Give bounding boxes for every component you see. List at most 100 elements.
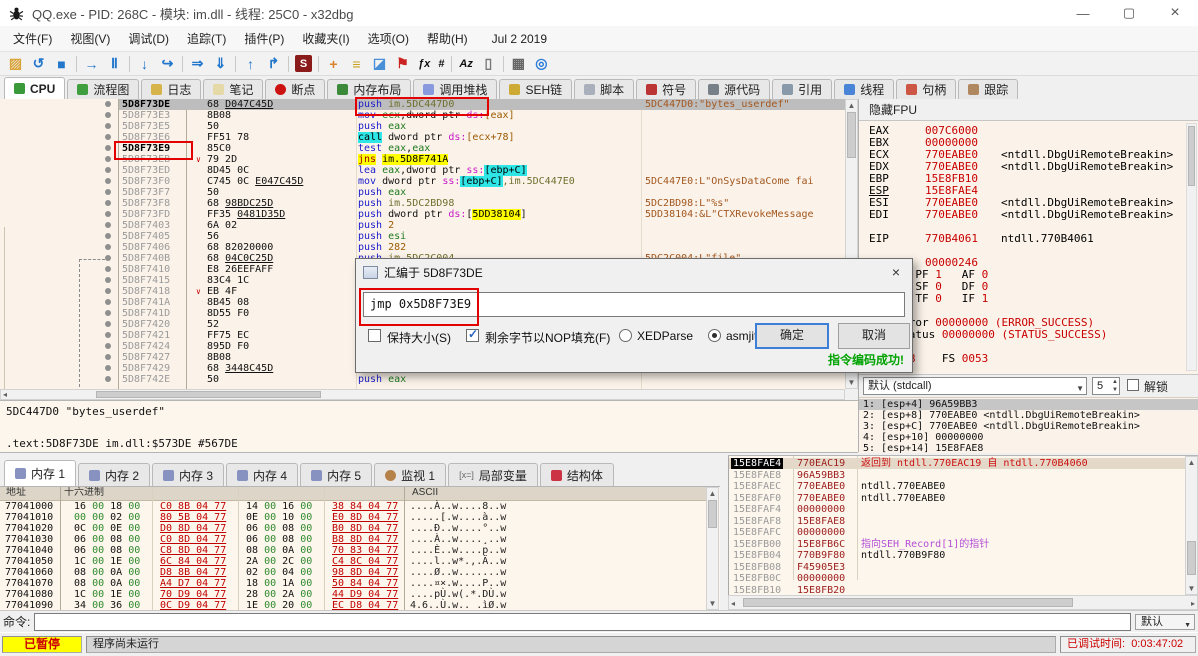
tab-call-stack[interactable]: 调用堆栈 — [413, 79, 498, 99]
stack-row[interactable]: 15E8FAFC 00000000 — [729, 527, 1198, 539]
breakpoint-dot[interactable] — [105, 299, 111, 305]
menu-item[interactable]: 追踪(T) — [178, 30, 235, 47]
argument-row[interactable]: 4: [esp+10] 00000000 — [859, 432, 1198, 443]
hide-fpu-button[interactable]: 隐藏FPU — [859, 99, 1198, 121]
run-icon[interactable]: → — [80, 54, 103, 74]
device-icon[interactable]: ▯ — [477, 54, 500, 74]
comment-icon[interactable]: ≡ — [345, 54, 368, 74]
register-line[interactable]: EDX 770EABE0 <ntdll.DbgUiRemoteBreakin> — [869, 161, 1191, 173]
breakpoint-dot[interactable] — [105, 189, 111, 195]
disasm-row[interactable]: 5D8F73ED 8D45 0C lea eax,dword ptr ss:[ebp… — [0, 165, 845, 176]
open-file-icon[interactable]: ▨ — [4, 54, 27, 74]
breakpoint-dot[interactable] — [105, 365, 111, 371]
disasm-row[interactable]: 5D8F7405 56 push esi — [0, 231, 845, 242]
pause-icon[interactable]: Ⅱ — [103, 54, 126, 74]
patch-icon[interactable]: + — [322, 54, 345, 74]
disasm-row[interactable]: 5D8F73E5 50 push eax — [0, 121, 845, 132]
tab-memory-1[interactable]: 内存 1 — [4, 460, 77, 486]
command-profile-select[interactable]: 默认 ▼ — [1135, 613, 1195, 630]
run-to-cursor-icon[interactable]: ⇒ — [186, 54, 209, 74]
scroll-right-icon[interactable]: ▸ — [1191, 599, 1195, 608]
tab-memory-map[interactable]: 内存布局 — [327, 79, 412, 99]
breakpoint-dot[interactable] — [105, 288, 111, 294]
command-input[interactable] — [34, 612, 1131, 631]
breakpoint-dot[interactable] — [105, 222, 111, 228]
stack-row[interactable]: 15E8FAF8 15E8FAE8 — [729, 516, 1198, 528]
disasm-row[interactable]: 5D8F7406 68 82020000 push 282 — [0, 242, 845, 253]
scroll-left-icon[interactable]: ◂ — [731, 599, 735, 608]
register-line[interactable]: EIP 770B4061 ntdll.770B4061 — [869, 233, 1191, 245]
case-icon[interactable]: Az — [455, 54, 476, 74]
nop-fill-checkbox[interactable] — [466, 327, 479, 342]
scroll-thumb[interactable] — [1188, 126, 1195, 186]
register-line[interactable]: ZF 1 PF 1 AF 0 — [869, 269, 1191, 281]
scroll-left-icon[interactable]: ◂ — [3, 390, 7, 400]
tab-trace[interactable]: 跟踪 — [958, 79, 1019, 99]
breakpoint-dot[interactable] — [105, 310, 111, 316]
register-line[interactable] — [869, 341, 1191, 353]
menu-item[interactable]: 视图(V) — [61, 30, 119, 47]
tab-symbols[interactable]: 符号 — [636, 79, 697, 99]
scroll-thumb[interactable] — [708, 500, 717, 528]
register-line[interactable]: ESP 15E8FAE4 — [869, 185, 1191, 197]
register-line[interactable]: OF 0 SF 0 DF 0 — [869, 281, 1191, 293]
ok-button[interactable]: 确定 — [755, 323, 829, 349]
register-line[interactable]: EDI 770EABE0 <ntdll.DbgUiRemoteBreakin> — [869, 209, 1191, 221]
breakpoint-dot[interactable] — [105, 112, 111, 118]
memory-dump-pane[interactable]: 地址 十六进制 ASCII ▲ ▼ 77041000 16 00 18 00 C0 … — [0, 486, 720, 610]
menu-item[interactable]: 选项(O) — [359, 30, 418, 47]
breakpoint-dot[interactable] — [105, 266, 111, 272]
hash-icon[interactable]: # — [434, 54, 448, 74]
register-line[interactable]: LastStatus 00000000 (STATUS_SUCCESS) — [869, 329, 1191, 341]
cancel-button[interactable]: 取消 — [838, 323, 910, 349]
breakpoint-dot[interactable] — [105, 178, 111, 184]
breakpoint-dot[interactable] — [105, 233, 111, 239]
tab-references[interactable]: 引用 — [772, 79, 833, 99]
minimize-button[interactable]: — — [1060, 0, 1106, 26]
calling-convention-select[interactable]: 默认 (stdcall) ▼ — [863, 377, 1087, 395]
breakpoint-dot[interactable] — [105, 332, 111, 338]
memory-row[interactable]: 77041050 1C 00 1E 00 6C 84 04 77 2A 00 2C 0… — [0, 556, 706, 567]
tab-notes[interactable]: 笔记 — [203, 79, 264, 99]
tab-locals[interactable]: [x=] 局部变量 — [448, 463, 538, 486]
menu-item[interactable]: 调试(D) — [119, 30, 178, 47]
arg-depth-spinner[interactable]: 5 ▲ ▼ — [1092, 377, 1120, 395]
disasm-row[interactable]: 5D8F73F7 50 push eax — [0, 187, 845, 198]
step-over-icon[interactable]: ↪ — [156, 54, 179, 74]
disasm-row[interactable]: 5D8F7403 6A 02 push 2 — [0, 220, 845, 231]
register-line[interactable] — [869, 305, 1191, 317]
register-line[interactable]: EFLAGS00000246 — [869, 257, 1191, 269]
breakpoint-dot[interactable] — [105, 255, 111, 261]
step-into-icon[interactable]: ↓ — [133, 54, 156, 74]
tab-breakpoints[interactable]: 断点 — [265, 79, 326, 99]
register-line[interactable]: GS 002B FS 0053 — [869, 353, 1191, 365]
maximize-button[interactable]: ▢ — [1106, 0, 1152, 26]
tab-script[interactable]: 脚本 — [574, 79, 635, 99]
disasm-row[interactable]: 5D8F73F8 68 98BDC25D push im.5DC2BD98 5DC2B… — [0, 198, 845, 209]
function-icon[interactable]: ƒx — [414, 54, 434, 74]
register-line[interactable] — [869, 245, 1191, 257]
stop-icon[interactable]: ■ — [50, 54, 73, 74]
dialog-title-bar[interactable]: 汇编于 5D8F73DE — [356, 259, 912, 285]
breakpoint-dot[interactable] — [105, 167, 111, 173]
breakpoint-dot[interactable] — [105, 200, 111, 206]
dialog-close-button[interactable]: × — [880, 259, 912, 285]
close-button[interactable]: × — [1152, 0, 1198, 26]
tab-cpu[interactable]: CPU — [4, 77, 66, 99]
memory-row[interactable]: 77041090 34 00 36 00 0C D9 04 77 1E 00 20 0… — [0, 600, 706, 610]
memory-row[interactable]: 77041030 06 00 08 00 C0 8D 04 77 06 00 08 0… — [0, 534, 706, 545]
scroll-up-icon[interactable]: ▲ — [707, 489, 718, 498]
register-line[interactable]: EBP 15E8FB10 — [869, 173, 1191, 185]
argument-row[interactable]: 2: [esp+8] 770EABE0 <ntdll.DbgUiRemoteBr… — [859, 410, 1198, 421]
disasm-hscrollbar[interactable]: ◂ — [0, 389, 845, 400]
stack-row[interactable]: 15E8FB0C 00000000 — [729, 573, 1198, 585]
stack-row[interactable]: 15E8FB00 15E8FB6C 指向SEH_Record[1]的指针 — [729, 539, 1198, 551]
stack-pane[interactable]: ▲ ▼ 15E8FAE4 770EAC19 返回到 ntdll.770EAC19 自… — [728, 455, 1198, 595]
stack-row[interactable]: 15E8FAF4 00000000 — [729, 504, 1198, 516]
globe-icon[interactable]: ◎ — [530, 54, 553, 74]
tab-threads[interactable]: 线程 — [834, 79, 895, 99]
disasm-row[interactable]: 5D8F73F0 C745 0C E047C45D mov dword ptr ss… — [0, 176, 845, 187]
spinner-arrows-icon[interactable]: ▲ ▼ — [1112, 378, 1118, 394]
breakpoint-dot[interactable] — [105, 244, 111, 250]
scroll-thumb[interactable] — [847, 112, 856, 158]
